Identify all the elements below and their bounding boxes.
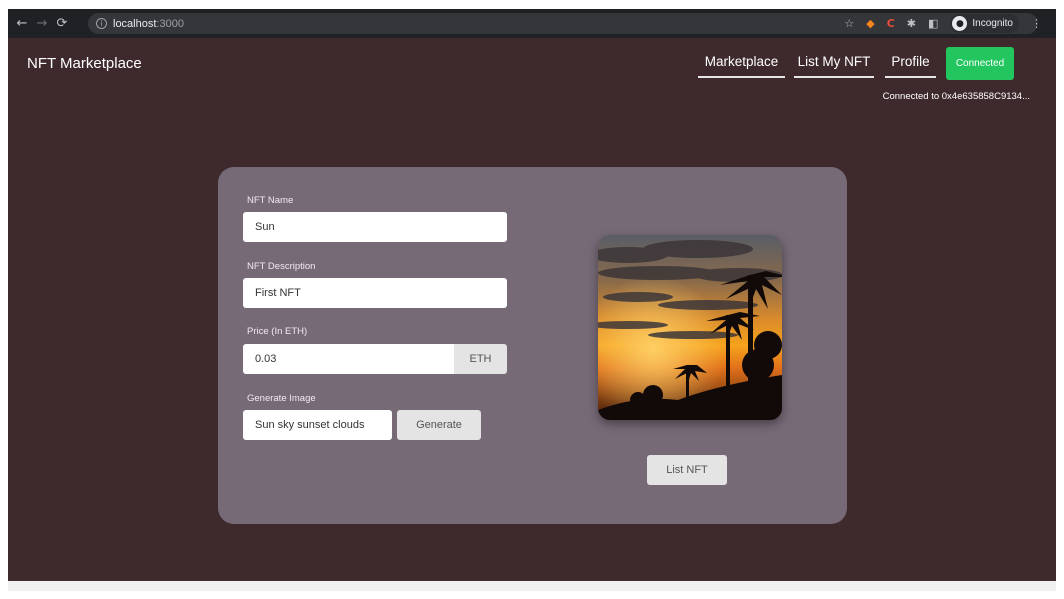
side-panel-icon[interactable]: ◧ [928, 17, 938, 30]
nav-marketplace[interactable]: Marketplace [698, 54, 785, 78]
nft-preview-image [598, 235, 782, 420]
price-input[interactable]: 0.03 [243, 344, 454, 374]
generate-image-label: Generate Image [247, 393, 316, 404]
extension-icon[interactable]: C [887, 17, 895, 30]
browser-toolbar: ← → ⟳ i localhost:3000 ☆ ◆ C ✱ ◧ ● Incog… [8, 9, 1056, 38]
nft-description-input[interactable]: First NFT [243, 278, 507, 308]
url-port: :3000 [156, 17, 184, 30]
reload-icon[interactable]: ⟳ [52, 16, 72, 31]
bookmark-star-icon[interactable]: ☆ [844, 17, 854, 30]
generate-prompt-input[interactable]: Sun sky sunset clouds [243, 410, 392, 440]
browser-menu-icon[interactable]: ⋮ [1031, 17, 1042, 30]
metamask-extension-icon[interactable]: ◆ [866, 17, 874, 30]
extensions-puzzle-icon[interactable]: ✱ [907, 17, 916, 30]
list-nft-card: NFT Name Sun NFT Description First NFT P… [218, 167, 847, 524]
browser-extensions: ☆ ◆ C ✱ ◧ ● Incognito ⋮ [844, 9, 1042, 38]
forward-icon[interactable]: → [32, 16, 52, 31]
url-host: localhost [113, 17, 157, 30]
nft-description-label: NFT Description [247, 261, 316, 272]
site-info-icon[interactable]: i [96, 18, 107, 29]
incognito-label: Incognito [972, 18, 1013, 29]
app-brand[interactable]: NFT Marketplace [27, 55, 142, 72]
nav-profile[interactable]: Profile [885, 54, 936, 78]
price-label: Price (In ETH) [247, 326, 308, 337]
incognito-indicator[interactable]: ● Incognito [950, 14, 1019, 33]
price-unit-addon: ETH [454, 344, 507, 374]
browser-window: ← → ⟳ i localhost:3000 ☆ ◆ C ✱ ◧ ● Incog… [8, 9, 1056, 591]
nft-name-input[interactable]: Sun [243, 212, 507, 242]
list-nft-button[interactable]: List NFT [647, 455, 727, 485]
incognito-icon: ● [952, 16, 968, 31]
connect-wallet-button[interactable]: Connected [946, 47, 1014, 80]
generate-button[interactable]: Generate [397, 410, 481, 440]
back-icon[interactable]: ← [12, 16, 32, 31]
connected-address: Connected to 0x4e635858C9134... [882, 91, 1030, 102]
page-bottom-edge [8, 581, 1056, 591]
nav-list-my-nft[interactable]: List My NFT [794, 54, 874, 78]
nft-name-label: NFT Name [247, 195, 294, 206]
